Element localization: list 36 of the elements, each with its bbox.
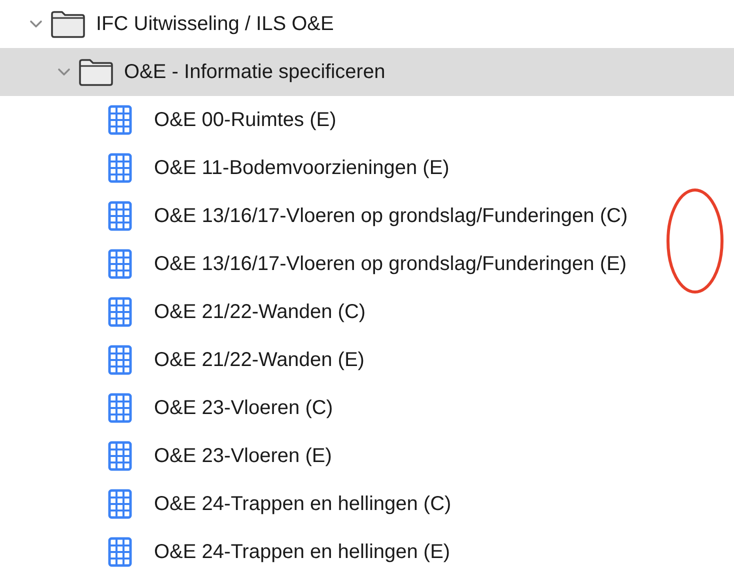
tree-row[interactable]: IFC Uitwisseling / ILS O&E [0,0,734,48]
item-label: O&E 00-Ruimtes (E) [154,108,336,133]
item-label: O&E 23-Vloeren (C) [154,396,333,421]
table-icon [108,249,132,279]
table-icon [108,441,132,471]
item-label: O&E 21/22-Wanden (E) [154,348,364,373]
item-label: O&E - Informatie specificeren [124,60,386,85]
tree-row[interactable]: O&E 21/22-Wanden (E) [0,336,734,384]
folder-icon [50,10,86,38]
table-icon [108,201,132,231]
tree-row[interactable]: O&E 13/16/17-Vloeren op grondslag/Funderingen (C) [0,192,734,240]
item-label: O&E 11-Bodemvoorzieningen (E) [154,156,450,181]
table-icon [108,105,132,135]
item-label: O&E 24-Trappen en hellingen (C) [154,492,452,517]
item-label: O&E 13/16/17-Vloeren op grondslag/Funderingen (C) [154,204,628,229]
table-icon [108,345,132,375]
table-icon [108,537,132,567]
table-icon [108,489,132,519]
table-icon [108,297,132,327]
tree-row[interactable]: O&E 24-Trappen en hellingen (C) [0,480,734,528]
tree-row[interactable]: O&E 23-Vloeren (E) [0,432,734,480]
tree-row[interactable]: O&E 13/16/17-Vloeren op grondslag/Funderingen (E) [0,240,734,288]
tree-row[interactable]: O&E 23-Vloeren (C) [0,384,734,432]
tree-row[interactable]: O&E 21/22-Wanden (C) [0,288,734,336]
table-icon [108,393,132,423]
table-icon [108,153,132,183]
tree-row[interactable]: O&E 11-Bodemvoorzieningen (E) [0,144,734,192]
item-label: O&E 13/16/17-Vloeren op grondslag/Funderingen (E) [154,252,627,277]
item-label: O&E 21/22-Wanden (C) [154,300,366,325]
tree-row[interactable]: O&E 00-Ruimtes (E) [0,96,734,144]
folder-icon [78,58,114,86]
tree-row[interactable]: O&E - Informatie specificeren [0,48,734,96]
item-label: O&E 24-Trappen en hellingen (E) [154,540,450,565]
item-label: O&E 23-Vloeren (E) [154,444,332,469]
item-label: IFC Uitwisseling / ILS O&E [96,12,334,37]
tree-row[interactable]: O&E 24-Trappen en hellingen (E) [0,528,734,576]
